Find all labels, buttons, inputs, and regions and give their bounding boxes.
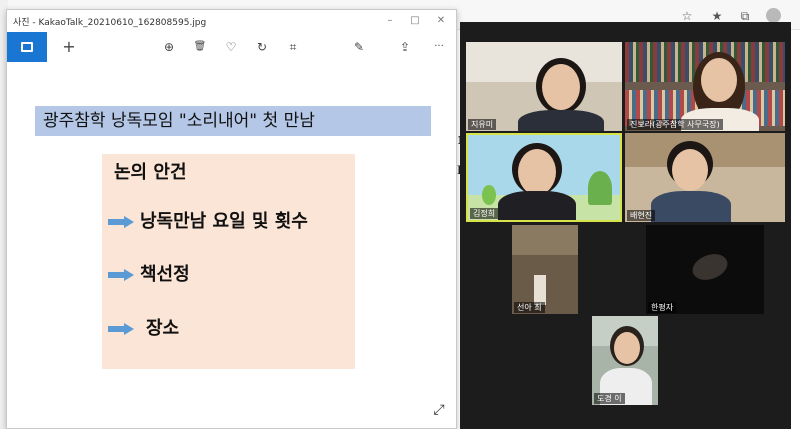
video-conference-panel: 지유미 진보라(광주참학 사무국장) 김정희 배현진 선아 최 한평자 도경 이 [460, 22, 791, 429]
participant-name: 선아 최 [514, 302, 545, 313]
arrow-right-icon [108, 323, 134, 335]
dim-shape [688, 249, 732, 285]
participant-face [614, 332, 640, 364]
participant-face [672, 149, 708, 191]
participant-body [651, 191, 731, 222]
tree-illustration [588, 171, 612, 205]
agenda-box: 논의 안건 낭독만남 요일 및 횟수 책선정 장소 [102, 154, 355, 369]
agenda-heading: 논의 안건 [114, 162, 187, 183]
edit-icon[interactable]: ✎ [351, 39, 367, 55]
participant-tile[interactable]: 지유미 [466, 42, 622, 131]
more-icon[interactable]: ··· [431, 39, 447, 55]
participant-tile[interactable]: 선아 최 [512, 225, 578, 314]
delete-icon[interactable]: 🗑 [192, 39, 208, 55]
maximize-button[interactable]: □ [408, 14, 422, 28]
rotate-icon[interactable]: ↻ [254, 39, 270, 55]
gallery-button[interactable] [7, 32, 47, 62]
favorites-icon[interactable]: ★ [710, 9, 724, 23]
tree-illustration [482, 185, 496, 205]
participant-name: 한평자 [648, 302, 677, 313]
star-icon[interactable]: ☆ [680, 9, 694, 23]
close-button[interactable]: ✕ [434, 14, 448, 28]
minimize-button[interactable]: – [383, 14, 397, 28]
participant-tile[interactable]: 배현진 [625, 133, 785, 222]
participant-body [498, 191, 576, 220]
profile-avatar[interactable] [766, 8, 781, 23]
participant-name: 김정희 [470, 208, 499, 219]
participant-tile[interactable]: 진보라(광주참학 사무국장) [625, 42, 785, 131]
participant-tile[interactable]: 도경 이 [592, 316, 658, 405]
favorite-icon[interactable]: ♡ [223, 39, 239, 55]
slide-title: 광주참학 낭독모임 "소리내어" 첫 만남 [35, 106, 431, 136]
participant-name: 진보라(광주참학 사무국장) [627, 119, 723, 130]
viewer-toolbar: + ⊕ 🗑 ♡ ↻ ⌗ ✎ ⇪ ··· [7, 32, 456, 62]
participant-face [542, 64, 580, 110]
arrow-right-icon [108, 269, 134, 281]
arrow-right-icon [108, 216, 134, 228]
agenda-item-text: 낭독만남 요일 및 횟수 [140, 211, 308, 232]
collections-icon[interactable]: ⧉ [738, 9, 752, 23]
viewer-titlebar: 사진 - KakaoTalk_20210610_162808595.jpg – … [7, 10, 456, 32]
agenda-item-text: 장소 [146, 318, 180, 339]
zoom-in-icon[interactable]: ⊕ [161, 39, 177, 55]
window-title: 사진 - KakaoTalk_20210610_162808595.jpg [13, 18, 207, 28]
share-icon[interactable]: ⇪ [397, 39, 413, 55]
participant-name: 지유미 [468, 119, 497, 130]
agenda-item-text: 책선정 [140, 264, 190, 285]
participant-tile[interactable]: 한평자 [646, 225, 764, 314]
gallery-icon [21, 42, 33, 52]
crop-icon[interactable]: ⌗ [285, 39, 301, 55]
participant-body [518, 110, 604, 131]
add-icon[interactable]: + [61, 39, 77, 55]
participant-face [701, 58, 737, 102]
participant-name: 도경 이 [594, 393, 625, 404]
participant-face [518, 149, 556, 195]
background-object [534, 275, 546, 305]
participant-name: 배현진 [627, 210, 656, 221]
photo-content: 광주참학 낭독모임 "소리내어" 첫 만남 논의 안건 낭독만남 요일 및 횟수… [7, 62, 456, 428]
participant-tile-active-speaker[interactable]: 김정희 [466, 133, 622, 222]
ceiling [512, 225, 578, 255]
expand-icon[interactable]: ⤢ [431, 402, 447, 418]
photo-viewer-window: 사진 - KakaoTalk_20210610_162808595.jpg – … [6, 9, 457, 429]
